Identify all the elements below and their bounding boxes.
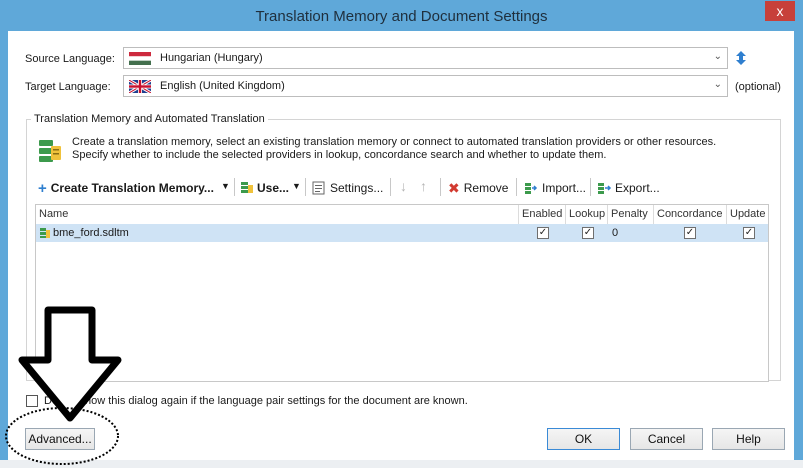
annotation-arrow-icon (5, 306, 122, 465)
table-row[interactable]: bme_ford.sdltm ✓ ✓ 0 ✓ ✓ (36, 224, 768, 242)
ok-button[interactable]: OK (547, 428, 620, 450)
export-button[interactable]: Export... (597, 180, 660, 196)
column-header-lookup[interactable]: Lookup (566, 205, 608, 224)
create-dropdown-arrow-icon[interactable]: ▼ (221, 181, 230, 191)
uk-flag-icon (129, 80, 151, 93)
column-header-enabled[interactable]: Enabled (519, 205, 566, 224)
concordance-checkbox[interactable]: ✓ (684, 227, 696, 239)
toolbar-separator (590, 178, 591, 196)
toolbar-separator (440, 178, 441, 196)
create-tm-button[interactable]: + Create Translation Memory... (38, 179, 214, 197)
swap-arrows-icon[interactable] (734, 50, 748, 66)
toolbar-separator (390, 178, 391, 196)
help-button[interactable]: Help (712, 428, 785, 450)
tm-description-line2: Specify whether to include the selected … (72, 149, 607, 161)
close-button[interactable]: x (765, 1, 795, 21)
penalty-cell[interactable]: 0 (612, 224, 618, 242)
cancel-button[interactable]: Cancel (630, 428, 703, 450)
tm-group-title: Translation Memory and Automated Transla… (31, 113, 268, 125)
settings-icon (312, 181, 325, 195)
optional-note: (optional) (735, 81, 781, 93)
tm-description-line1: Create a translation memory, select an e… (72, 136, 717, 148)
chevron-down-icon: ⌄ (713, 51, 722, 62)
target-language-label: Target Language: (25, 81, 111, 93)
source-language-combo[interactable]: Hungarian (Hungary) ⌄ (123, 47, 728, 69)
tm-name-cell: bme_ford.sdltm (53, 227, 129, 239)
column-header-name[interactable]: Name (36, 205, 519, 224)
create-tm-label: Create Translation Memory... (50, 181, 214, 195)
tm-grid[interactable]: Name Enabled Lookup Penalty Concordance … (35, 204, 769, 382)
settings-button[interactable]: Settings... (312, 180, 383, 196)
hungary-flag-icon (129, 52, 151, 65)
move-up-icon[interactable]: ↑ (420, 178, 427, 194)
use-button[interactable]: Use... (240, 180, 289, 196)
plus-icon: + (38, 179, 47, 197)
column-header-update[interactable]: Update (727, 205, 768, 224)
use-label: Use... (257, 181, 290, 195)
import-button[interactable]: Import... (524, 180, 586, 196)
chevron-down-icon: ⌄ (713, 79, 722, 90)
export-icon (598, 183, 612, 194)
toolbar-separator (305, 178, 306, 196)
remove-button[interactable]: ✖ Remove (448, 180, 508, 196)
move-down-icon[interactable]: ↓ (400, 178, 407, 194)
source-language-value: Hungarian (Hungary) (160, 52, 263, 64)
title-bar: Translation Memory and Document Settings… (0, 0, 803, 31)
column-header-concordance[interactable]: Concordance (654, 205, 727, 224)
target-language-combo[interactable]: English (United Kingdom) ⌄ (123, 75, 728, 97)
import-icon (525, 183, 538, 194)
toolbar-separator (234, 178, 235, 196)
translation-memory-icon (39, 140, 61, 162)
column-header-penalty[interactable]: Penalty (608, 205, 654, 224)
enabled-checkbox[interactable]: ✓ (537, 227, 549, 239)
use-tm-icon (241, 182, 253, 193)
remove-label: Remove (463, 181, 509, 195)
settings-label: Settings... (330, 181, 384, 195)
export-label: Export... (615, 181, 660, 195)
tm-description: Create a translation memory, select an e… (72, 136, 772, 162)
window-title: Translation Memory and Document Settings (255, 8, 548, 25)
use-dropdown-arrow-icon[interactable]: ▼ (292, 181, 301, 191)
import-label: Import... (542, 181, 587, 195)
remove-icon: ✖ (448, 179, 460, 196)
sdltm-file-icon (40, 228, 50, 238)
toolbar-separator (516, 178, 517, 196)
update-checkbox[interactable]: ✓ (743, 227, 755, 239)
target-language-value: English (United Kingdom) (160, 80, 285, 92)
source-language-label: Source Language: (25, 53, 115, 65)
lookup-checkbox[interactable]: ✓ (582, 227, 594, 239)
